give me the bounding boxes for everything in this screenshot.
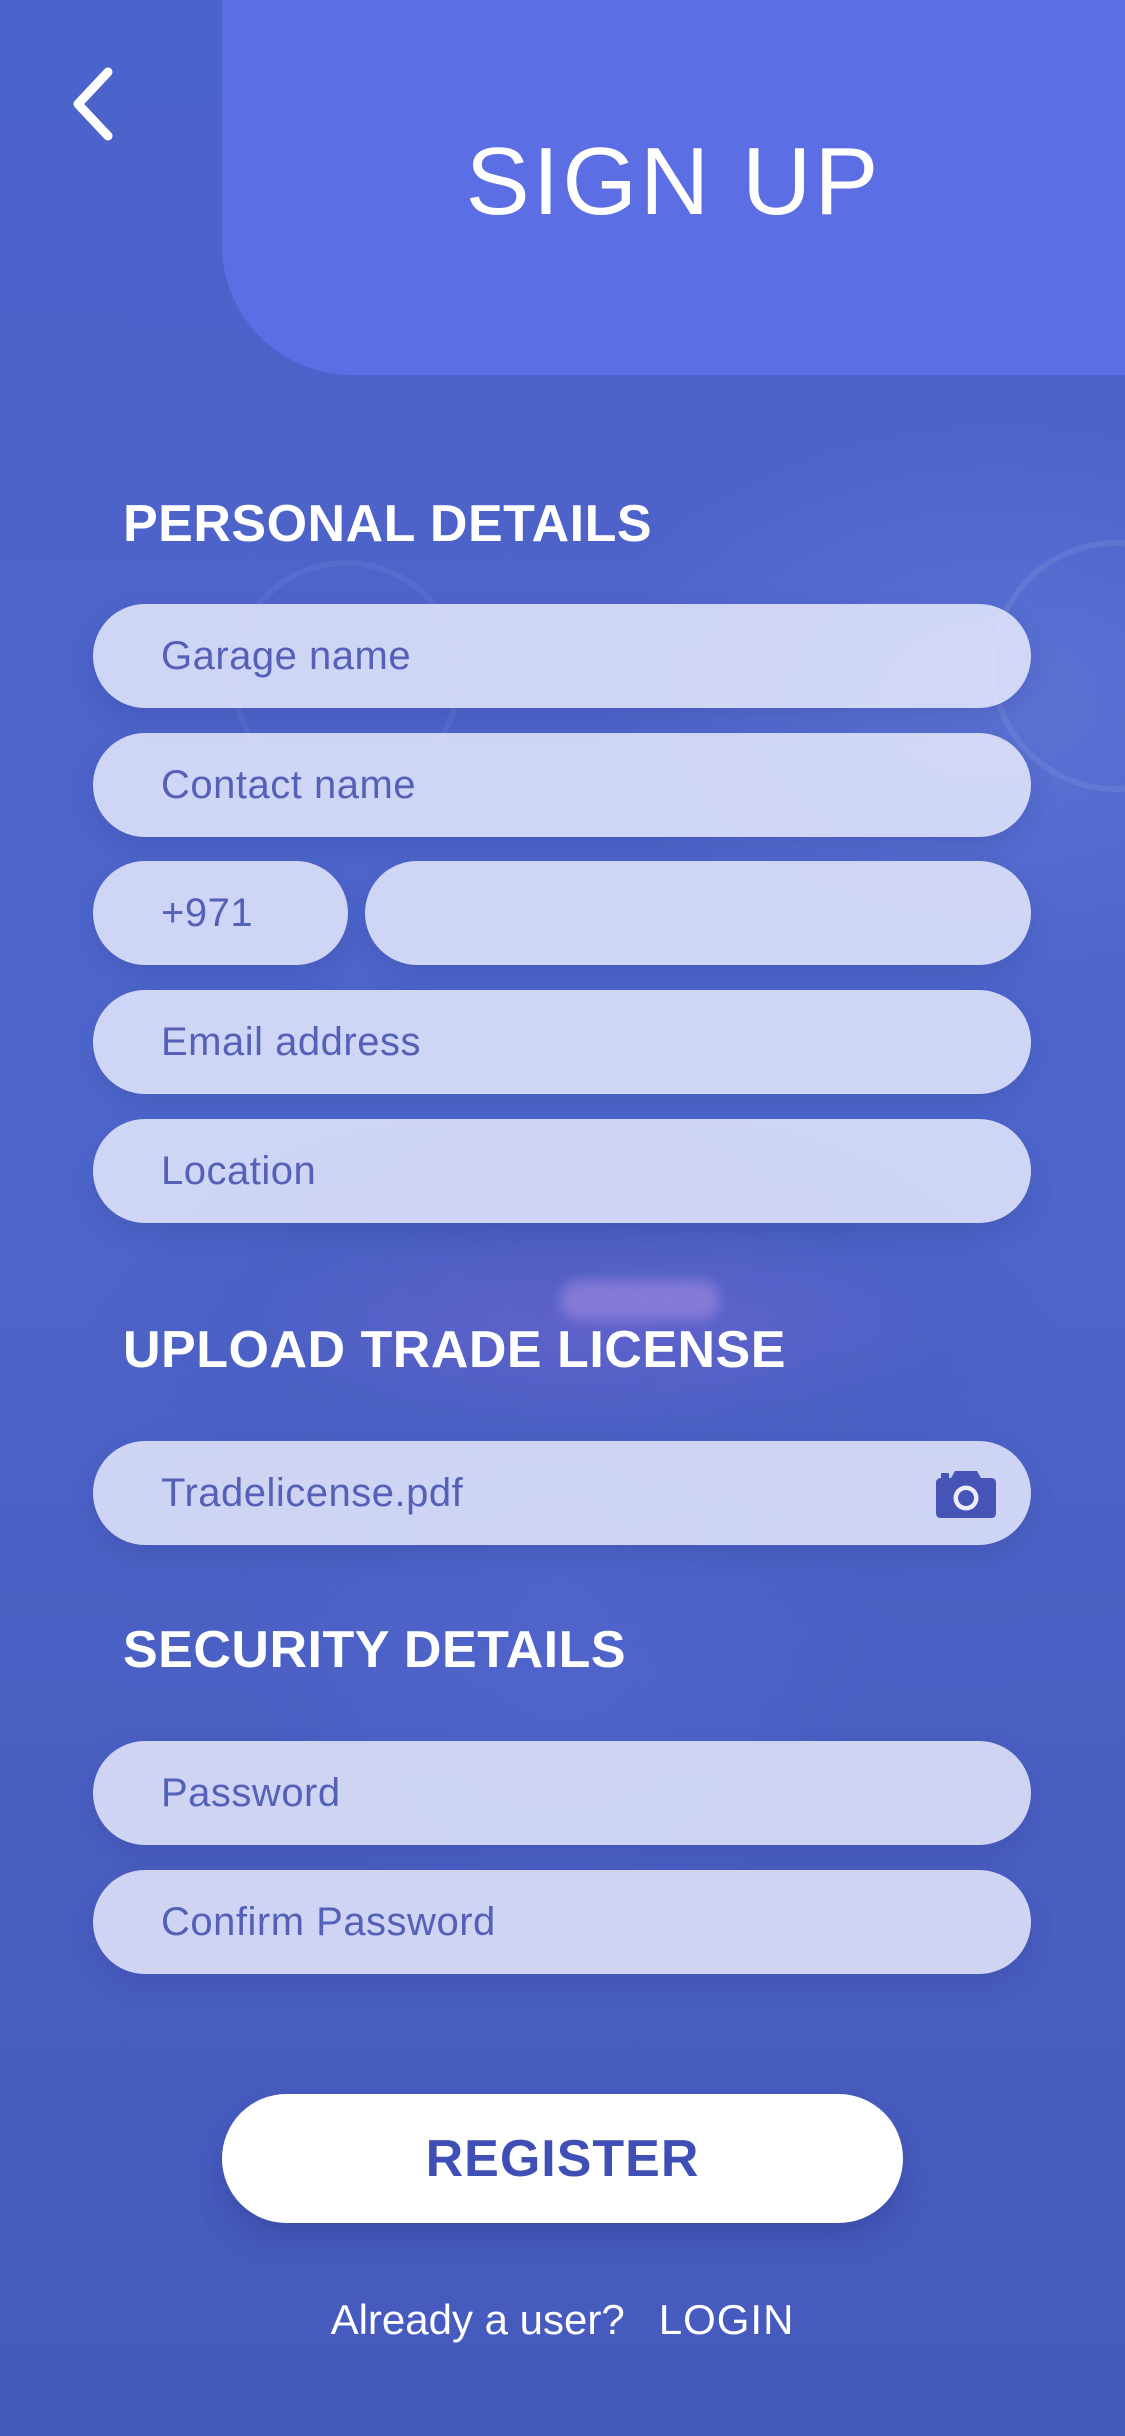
login-prompt-row: Already a user? LOGIN xyxy=(0,2290,1125,2350)
login-link[interactable]: LOGIN xyxy=(659,2296,795,2343)
back-button[interactable] xyxy=(62,62,122,146)
contact-name-input[interactable] xyxy=(161,733,1031,837)
garage-name-input[interactable] xyxy=(161,604,1031,708)
already-user-text: Already a user? xyxy=(330,2296,625,2343)
confirm-password-input[interactable] xyxy=(161,1870,1031,1974)
location-input[interactable] xyxy=(161,1119,1031,1223)
camera-icon xyxy=(936,1471,996,1518)
trade-license-file-name: Tradelicense.pdf xyxy=(161,1470,464,1515)
trade-license-upload-field[interactable]: Tradelicense.pdf xyxy=(93,1441,1031,1545)
section-title-upload-trade-license: UPLOAD TRADE LICENSE xyxy=(123,1321,786,1379)
background-light-graphic xyxy=(560,1280,720,1320)
email-field[interactable] xyxy=(93,990,1031,1094)
location-field[interactable] xyxy=(93,1119,1031,1223)
email-input[interactable] xyxy=(161,990,1031,1094)
page-title: SIGN UP xyxy=(465,128,882,235)
camera-button[interactable] xyxy=(935,1467,997,1519)
sign-up-screen: SIGN UP PERSONAL DETAILS +971 UPLOAD TRA… xyxy=(0,0,1125,2436)
chevron-left-icon xyxy=(73,67,113,141)
country-code-field[interactable]: +971 xyxy=(93,861,348,965)
section-title-security-details: SECURITY DETAILS xyxy=(123,1621,627,1679)
phone-number-input[interactable] xyxy=(433,861,1031,965)
garage-name-field[interactable] xyxy=(93,604,1031,708)
contact-name-field[interactable] xyxy=(93,733,1031,837)
password-input[interactable] xyxy=(161,1741,1031,1845)
password-field[interactable] xyxy=(93,1741,1031,1845)
confirm-password-field[interactable] xyxy=(93,1870,1031,1974)
country-code-value: +971 xyxy=(161,890,254,935)
section-title-personal-details: PERSONAL DETAILS xyxy=(123,495,653,553)
phone-number-field[interactable] xyxy=(365,861,1031,965)
register-button[interactable]: REGISTER xyxy=(222,2094,903,2223)
